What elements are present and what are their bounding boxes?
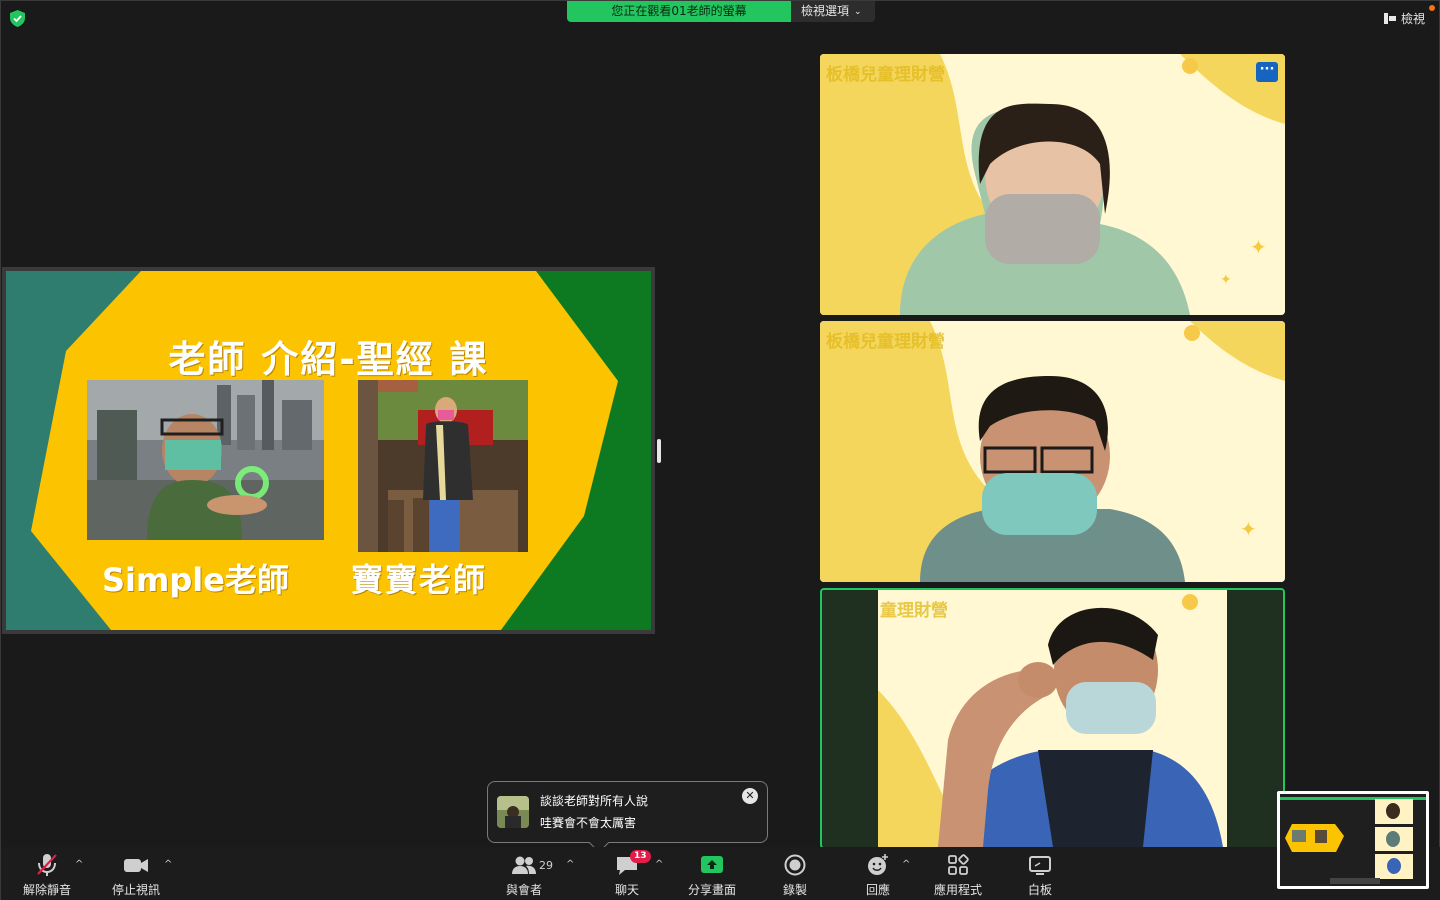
svg-text:✦: ✦ — [1250, 235, 1267, 259]
chat-message: 哇賽會不會太厲害 — [540, 816, 637, 830]
close-icon[interactable]: ✕ — [742, 788, 758, 804]
tile-watermark: 板橋兒童理財營 — [826, 332, 945, 352]
shared-screen-slide: 老師 介紹-聖經 課 Simple老師 寶寶老師 — [2, 267, 655, 634]
apps-label: 應用程式 — [933, 883, 982, 897]
mini-window-thumbnail[interactable] — [1277, 791, 1429, 889]
view-layout-icon — [1383, 13, 1396, 24]
more-options-button[interactable]: ··· — [1256, 62, 1278, 82]
apps-button[interactable]: 應用程式 — [918, 852, 998, 898]
participant-video-feed — [878, 590, 1227, 847]
record-icon — [784, 854, 806, 876]
participants-count: 29 — [539, 859, 553, 872]
active-speaker-video-tile[interactable]: 童理財營 — [820, 588, 1285, 849]
apps-icon — [948, 854, 969, 875]
share-screen-button[interactable]: 分享畫面 — [672, 852, 752, 898]
audio-options-chevron-icon[interactable]: ^ — [75, 859, 83, 870]
participant-video-tile[interactable]: ✦ 板橋兒童理財營 — [820, 321, 1285, 582]
participant-video-feed: ✦ — [820, 321, 1285, 582]
tile-watermark: 板橋兒童理財營 — [826, 65, 945, 85]
stop-video-label: 停止視訊 — [111, 883, 160, 897]
meeting-controls-toolbar: 解除靜音 ^ 停止視訊 ^ 與會者 29 ^ 聊天 13 ^ 分享畫面 錄製 回… — [1, 847, 1440, 900]
participant-video-tile[interactable]: ✦ ✦ 板橋兒童理財營 ··· — [820, 54, 1285, 315]
chevron-down-icon: ⌄ — [854, 7, 862, 17]
view-button[interactable]: 檢視 — [1383, 10, 1425, 27]
video-options-chevron-icon[interactable]: ^ — [164, 859, 172, 870]
record-label: 錄製 — [782, 883, 807, 897]
svg-text:✦: ✦ — [1240, 517, 1257, 541]
chat-notification-toast[interactable]: 談談老師對所有人說 哇賽會不會太厲害 ✕ — [487, 781, 768, 853]
viewing-screen-banner: 您正在觀看01老師的螢幕 — [567, 1, 791, 22]
slide-title: 老師 介紹-聖經 課 — [168, 338, 489, 381]
video-camera-icon — [124, 859, 148, 872]
view-label: 檢視 — [1400, 12, 1425, 26]
zoom-meeting-window: 您正在觀看01老師的螢幕 檢視選項 ⌄ 檢視 老師 介紹-聖經 課 Simple… — [0, 0, 1440, 900]
share-screen-label: 分享畫面 — [687, 883, 736, 897]
reactions-label: 回應 — [865, 883, 890, 897]
chat-unread-badge: 13 — [630, 850, 651, 863]
mini-window-preview — [1280, 794, 1426, 886]
record-button[interactable]: 錄製 — [755, 852, 835, 898]
sender-avatar — [497, 796, 529, 828]
unmute-label: 解除靜音 — [22, 883, 71, 897]
emoji-smile-icon — [868, 854, 888, 875]
notification-dot — [1429, 5, 1435, 11]
whiteboard-button[interactable]: 白板 — [1000, 852, 1080, 898]
share-screen-icon — [701, 856, 723, 873]
whiteboard-label: 白板 — [1027, 883, 1052, 897]
reactions-options-chevron-icon[interactable]: ^ — [902, 859, 910, 870]
chat-options-chevron-icon[interactable]: ^ — [655, 859, 663, 870]
participants-label: 與會者 — [505, 883, 542, 897]
chat-label: 聊天 — [614, 883, 639, 897]
view-options-label: 檢視選項 — [801, 4, 850, 18]
split-view-divider-handle[interactable] — [657, 439, 661, 463]
microphone-muted-icon — [37, 854, 57, 876]
chat-sender: 談談老師對所有人說 — [540, 794, 649, 808]
teacher-a-photo — [87, 380, 324, 540]
teacher-b-name: 寶寶老師 — [351, 561, 488, 599]
view-options-button[interactable]: 檢視選項 ⌄ — [791, 1, 875, 22]
teacher-a-name: Simple老師 — [102, 561, 289, 599]
tile-watermark: 童理財營 — [880, 601, 948, 621]
participant-video-feed: ✦ ✦ — [820, 54, 1285, 315]
viewing-screen-text: 您正在觀看01老師的螢幕 — [611, 4, 747, 18]
security-shield-icon[interactable] — [10, 10, 25, 27]
participants-icon — [512, 856, 536, 874]
participants-options-chevron-icon[interactable]: ^ — [566, 859, 574, 870]
whiteboard-icon — [1029, 856, 1051, 875]
svg-text:✦: ✦ — [1220, 272, 1232, 288]
teacher-b-photo — [358, 380, 528, 552]
